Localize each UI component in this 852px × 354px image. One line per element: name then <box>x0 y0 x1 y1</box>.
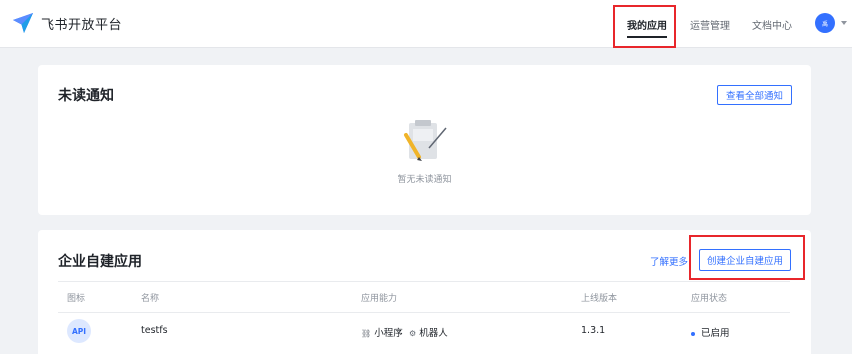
highlight-box-create-app <box>689 235 805 280</box>
api-icon-text: API <box>71 326 87 336</box>
chevron-down-icon[interactable] <box>841 21 847 25</box>
highlight-box-my-apps <box>613 5 676 48</box>
view-all-notifications-label: 查看全部通知 <box>725 91 783 102</box>
nav-docs-label: 文档中心 <box>752 20 792 32</box>
robot-icon: ⚙ <box>409 329 417 338</box>
app-status: 已启用 <box>691 325 730 339</box>
api-app-icon: API <box>67 319 91 343</box>
user-avatar[interactable]: 禹 <box>815 13 835 33</box>
column-header-version: 上线版本 <box>581 294 618 304</box>
table-header-divider <box>58 312 790 313</box>
nav-docs[interactable]: 文档中心 <box>752 0 792 48</box>
link-icon: ⛓ <box>361 329 372 338</box>
empty-notifications-text: 暂无未读通知 <box>397 175 452 185</box>
learn-more-link[interactable]: 了解更多 <box>650 254 688 268</box>
column-header-icon: 图标 <box>67 294 86 304</box>
nav-operations[interactable]: 运营管理 <box>690 0 730 48</box>
enterprise-apps-title: 企业自建应用 <box>58 254 142 270</box>
top-navigation-bar: 飞书开放平台 我的应用 运营管理 文档中心 禹 <box>0 0 852 48</box>
column-header-abilities: 应用能力 <box>361 294 398 304</box>
app-version: 1.3.1 <box>581 325 606 336</box>
column-header-name: 名称 <box>141 294 160 304</box>
app-status-label: 已启用 <box>701 328 730 339</box>
logo[interactable]: 飞书开放平台 <box>12 12 122 34</box>
ability-bot: ⚙ 机器人 <box>409 325 448 339</box>
nav-operations-label: 运营管理 <box>690 20 730 32</box>
ability-bot-label: 机器人 <box>419 328 448 339</box>
empty-clipboard-icon <box>404 120 447 161</box>
feishu-logo-icon <box>13 13 33 33</box>
ability-mini-program-label: 小程序 <box>374 328 403 339</box>
app-name-testfs[interactable]: testfs <box>141 325 168 336</box>
view-all-notifications-button[interactable]: 查看全部通知 <box>717 85 792 105</box>
table-top-divider <box>58 281 790 282</box>
status-dot-icon <box>691 331 695 336</box>
logo-text: 飞书开放平台 <box>41 17 123 33</box>
notifications-title: 未读通知 <box>58 88 114 104</box>
column-header-status: 应用状态 <box>691 294 728 304</box>
ability-mini-program: ⛓ 小程序 <box>361 325 403 339</box>
avatar-text: 禹 <box>821 20 828 28</box>
